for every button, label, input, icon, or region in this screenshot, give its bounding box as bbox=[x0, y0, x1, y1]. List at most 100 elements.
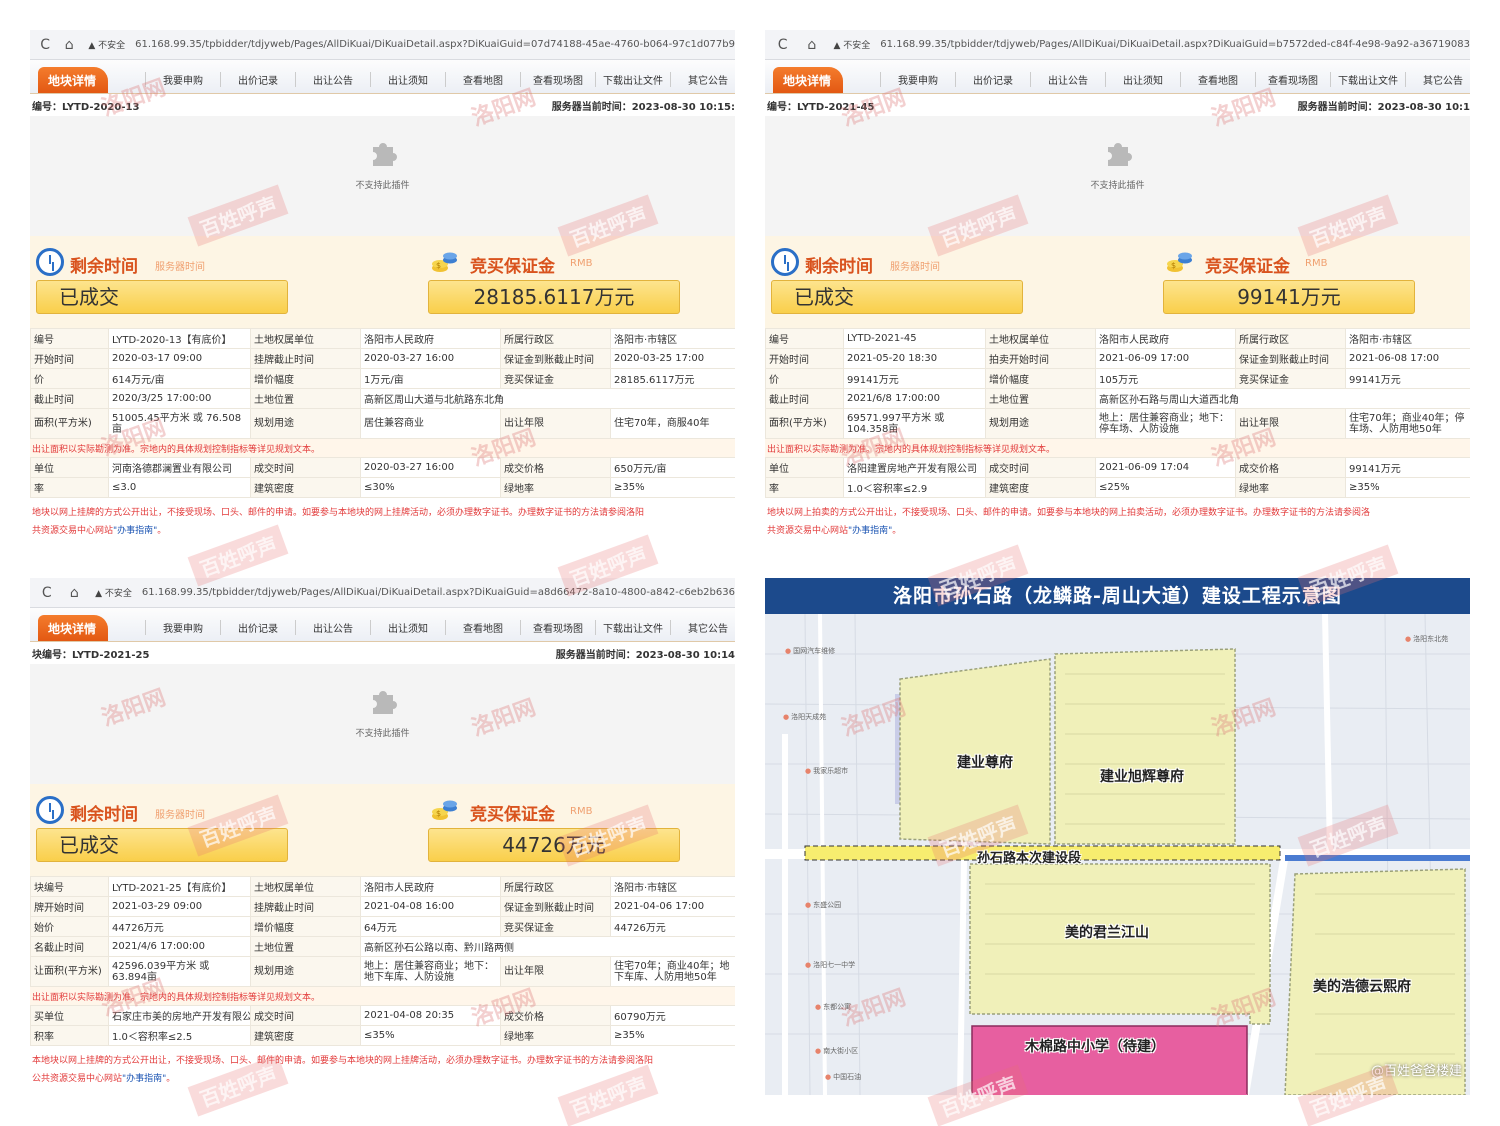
field-value: 2021-05-20 18:30 bbox=[843, 348, 986, 369]
map-label-meidi-haode: 美的浩德云熙府 bbox=[1313, 979, 1411, 995]
insecure-warning[interactable]: ▲ 不安全 bbox=[834, 38, 871, 51]
address-bar[interactable]: C ⌂ ▲ 不安全 61.168.99.35/tpbidder/tdjyweb/Pag… bbox=[30, 578, 735, 608]
field-label: 所属行政区 bbox=[1235, 328, 1346, 349]
field-value: 高新区周山大道与北航路东北角 bbox=[360, 388, 735, 409]
refresh-icon[interactable]: C bbox=[771, 37, 794, 53]
disclaimer-line-1: 地块以网上挂牌的方式公开出让，不接受现场、口头、邮件的申请。如要参与本地块的网上… bbox=[32, 508, 645, 518]
field-label: 成交价格 bbox=[500, 457, 611, 478]
table-row: 买单位 石家庄市美的房地产开发有限公司 成交时间 2021-04-08 20:35 成交… bbox=[30, 1005, 735, 1026]
nav-link[interactable]: 出让公告 bbox=[1030, 72, 1105, 87]
nav-link[interactable]: 我要申购 bbox=[145, 620, 220, 635]
guide-link[interactable]: "办事指南" bbox=[122, 1074, 166, 1084]
tab-plot-detail[interactable]: 地块详情 bbox=[773, 67, 844, 93]
field-label: 率 bbox=[30, 477, 109, 498]
field-value: 2021/4/6 17:00:00 bbox=[108, 936, 251, 957]
svg-text:$: $ bbox=[436, 809, 441, 818]
field-value: 2021/6/8 17:00:00 bbox=[843, 388, 986, 409]
home-icon[interactable]: ⌂ bbox=[64, 585, 86, 601]
field-label: 成交时间 bbox=[985, 457, 1096, 478]
map-label-jianye-xuhui: 建业旭辉尊府 bbox=[1100, 769, 1184, 785]
plugin-area: 不支持此插件 bbox=[765, 116, 1470, 236]
field-label: 挂牌截止时间 bbox=[250, 348, 361, 369]
nav-link[interactable]: 出让公告 bbox=[295, 620, 370, 635]
url-text[interactable]: 61.168.99.35/tpbidder/tdjyweb/Pages/AllD… bbox=[142, 587, 735, 598]
refresh-icon[interactable]: C bbox=[36, 37, 54, 53]
detail-nav: 地块详情 我要申购 出价记录 出让公告 出让须知 查看地图 查看现场图 下载出让文件 其它公告 bbox=[30, 60, 735, 94]
nav-links: 我要申购 出价记录 出让公告 出让须知 查看地图 查看现场图 下载出让文件 其它公告 bbox=[145, 72, 735, 87]
field-value: 居住兼容商业 bbox=[360, 408, 501, 439]
status-section: 剩余时间 服务器时间 已成交 $ 竞买保证金 RMB 44726万元 bbox=[30, 784, 735, 876]
nav-link[interactable]: 其它公告 bbox=[670, 620, 735, 635]
field-label: 块编号 bbox=[30, 876, 109, 897]
deposit-amount: 99141万元 bbox=[1163, 280, 1415, 314]
insecure-warning[interactable]: ▲ 不安全 bbox=[88, 38, 125, 51]
source-watermark: @百姓爸爸楼建 bbox=[1370, 1064, 1462, 1079]
nav-link[interactable]: 出让公告 bbox=[295, 72, 370, 87]
nav-link[interactable]: 查看地图 bbox=[445, 72, 520, 87]
field-value: 44726万元 bbox=[610, 916, 735, 937]
nav-link[interactable]: 出价记录 bbox=[220, 620, 295, 635]
field-label: 单位 bbox=[765, 457, 844, 478]
field-label: 截止时间 bbox=[30, 388, 109, 409]
map-label-school: 木棉路中小学（待建） bbox=[1025, 1039, 1165, 1055]
poi-label: 国网汽车维修 bbox=[785, 646, 835, 656]
insecure-warning[interactable]: ▲ 不安全 bbox=[95, 586, 132, 599]
field-value: 69571.997平方米 或 104.358亩 bbox=[843, 408, 986, 439]
deposit-title: 竞买保证金 bbox=[1205, 257, 1290, 277]
nav-link[interactable]: 我要申购 bbox=[145, 72, 220, 87]
url-text[interactable]: 61.168.99.35/tpbidder/tdjyweb/Pages/AllD… bbox=[135, 39, 735, 50]
nav-link[interactable]: 查看现场图 bbox=[520, 620, 595, 635]
nav-link[interactable]: 下载出让文件 bbox=[595, 620, 670, 635]
nav-link[interactable]: 查看地图 bbox=[1180, 72, 1255, 87]
disclaimer-line-2: 共资源交易中心网站"办事指南"。 bbox=[32, 522, 733, 540]
refresh-icon[interactable]: C bbox=[36, 585, 58, 601]
field-label: 编号 bbox=[30, 328, 109, 349]
tab-plot-detail[interactable]: 地块详情 bbox=[38, 615, 109, 641]
nav-link[interactable]: 我要申购 bbox=[880, 72, 955, 87]
nav-link[interactable]: 下载出让文件 bbox=[595, 72, 670, 87]
address-bar[interactable]: C ⌂ ▲ 不安全 61.168.99.35/tpbidder/tdjyweb/Pag… bbox=[30, 30, 735, 60]
clock-icon bbox=[36, 248, 64, 276]
field-value: 2021-06-08 17:00 bbox=[1345, 348, 1470, 369]
nav-link[interactable]: 出价记录 bbox=[220, 72, 295, 87]
url-text[interactable]: 61.168.99.35/tpbidder/tdjyweb/Pages/AllD… bbox=[880, 39, 1470, 50]
home-icon[interactable]: ⌂ bbox=[800, 37, 823, 53]
server-time: 服务器当前时间：2023-08-30 10:14 bbox=[555, 649, 735, 661]
field-value: 2020/3/25 17:00:00 bbox=[108, 388, 251, 409]
nav-link[interactable]: 出让须知 bbox=[1105, 72, 1180, 87]
nav-link[interactable]: 查看现场图 bbox=[1255, 72, 1330, 87]
field-label: 截止时间 bbox=[765, 388, 844, 409]
field-label: 买单位 bbox=[30, 1005, 109, 1026]
nav-link[interactable]: 其它公告 bbox=[1405, 72, 1470, 87]
guide-link[interactable]: "办事指南" bbox=[113, 526, 157, 536]
field-value: 洛阳市人民政府 bbox=[360, 876, 501, 897]
field-label: 建筑密度 bbox=[985, 477, 1096, 498]
nav-link[interactable]: 查看地图 bbox=[445, 620, 520, 635]
field-value: 99141万元 bbox=[1345, 368, 1470, 389]
address-bar[interactable]: C ⌂ ▲ 不安全 61.168.99.35/tpbidder/tdjyweb/Pag… bbox=[765, 30, 1470, 60]
field-label: 所属行政区 bbox=[500, 876, 611, 897]
field-value: 洛阳建置房地产开发有限公司 bbox=[843, 457, 986, 478]
nav-link[interactable]: 出让须知 bbox=[370, 620, 445, 635]
guide-link[interactable]: "办事指南" bbox=[848, 526, 892, 536]
nav-link[interactable]: 其它公告 bbox=[670, 72, 735, 87]
remaining-time-sub: 服务器时间 bbox=[890, 262, 940, 273]
nav-link[interactable]: 查看现场图 bbox=[520, 72, 595, 87]
field-label: 绿地率 bbox=[500, 477, 611, 498]
nav-link[interactable]: 出让须知 bbox=[370, 72, 445, 87]
field-value: 2020-03-27 16:00 bbox=[360, 457, 501, 478]
plugin-area: 不支持此插件 bbox=[30, 116, 735, 236]
field-label: 增价幅度 bbox=[985, 368, 1096, 389]
home-icon[interactable]: ⌂ bbox=[60, 37, 78, 53]
nav-link[interactable]: 出价记录 bbox=[955, 72, 1030, 87]
nav-links: 我要申购 出价记录 出让公告 出让须知 查看地图 查看现场图 下载出让文件 其它公告 bbox=[145, 620, 735, 635]
deal-status: 已成交 bbox=[36, 280, 288, 314]
remaining-time-title: 剩余时间 bbox=[805, 257, 873, 277]
plot-info-table: 块编号 LYTD-2021-25【有底价】 土地权属单位 洛阳市人民政府 所属行政区 洛阳… bbox=[30, 876, 735, 987]
disclaimer-line-1: 地块以网上拍卖的方式公开出让，不接受现场、口头、邮件的申请。如要参与本地块的网上… bbox=[767, 508, 1371, 518]
map-canvas: 国网汽车维修 洛阳天成苑 我家乐超市 东盛公园 洛阳七一中学 东都公寓 南大街小… bbox=[765, 613, 1470, 1095]
field-label: 土地位置 bbox=[985, 388, 1096, 409]
tab-plot-detail[interactable]: 地块详情 bbox=[38, 67, 109, 93]
nav-link[interactable]: 下载出让文件 bbox=[1330, 72, 1405, 87]
field-value: 2021-03-29 09:00 bbox=[108, 896, 251, 917]
